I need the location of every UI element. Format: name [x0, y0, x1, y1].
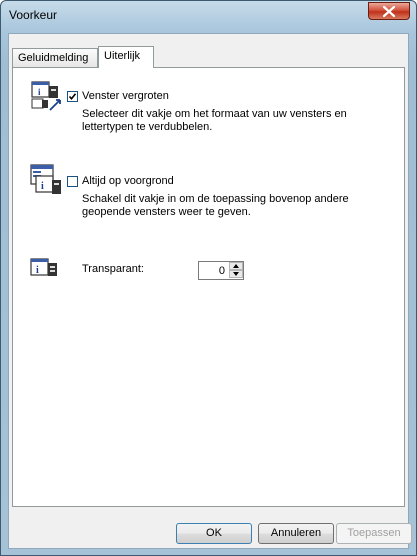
- enlarge-window-description: Selecteer dit vakje om het formaat van u…: [82, 108, 347, 133]
- close-icon: [383, 6, 395, 17]
- checkmark-icon: [68, 93, 77, 101]
- dialog-client-area: Geluidmelding Uiterlijk i Venster vergro…: [8, 33, 412, 549]
- apply-button[interactable]: Toepassen: [336, 523, 412, 544]
- enlarge-window-icon: i: [31, 81, 61, 111]
- dialog-window: Voorkeur Geluidmelding Uiterlijk i Venst…: [0, 0, 417, 556]
- transparency-value[interactable]: 0: [219, 265, 225, 277]
- title-bar[interactable]: Voorkeur: [1, 1, 416, 33]
- tab-geluidmelding[interactable]: Geluidmelding: [12, 48, 98, 67]
- always-on-top-icon: i: [30, 164, 61, 194]
- enlarge-window-label[interactable]: Venster vergroten: [82, 90, 169, 102]
- spinner-down-button[interactable]: [229, 270, 243, 278]
- arrow-up-icon: [233, 264, 239, 268]
- window-title: Voorkeur: [9, 8, 58, 22]
- always-on-top-label[interactable]: Altijd op voorgrond: [82, 175, 174, 187]
- close-button[interactable]: [368, 2, 410, 20]
- enlarge-window-checkbox[interactable]: [67, 91, 78, 102]
- spinner-up-button[interactable]: [229, 262, 243, 270]
- arrow-down-icon: [233, 272, 239, 276]
- transparency-spinner[interactable]: 0: [198, 261, 244, 280]
- cancel-button[interactable]: Annuleren: [258, 523, 334, 544]
- tab-uiterlijk[interactable]: Uiterlijk: [98, 46, 154, 68]
- ok-button[interactable]: OK: [176, 523, 252, 544]
- transparency-icon: i: [30, 258, 57, 276]
- transparency-label: Transparant:: [82, 263, 144, 275]
- always-on-top-description: Schakel dit vakje in om de toepassing bo…: [82, 193, 349, 218]
- spinner-buttons: [229, 262, 243, 279]
- svg-text:i: i: [41, 181, 44, 192]
- tab-panel-uiterlijk: i Venster vergroten Selecteer dit vakje …: [12, 67, 405, 507]
- always-on-top-checkbox[interactable]: [67, 176, 78, 187]
- svg-text:i: i: [36, 265, 39, 276]
